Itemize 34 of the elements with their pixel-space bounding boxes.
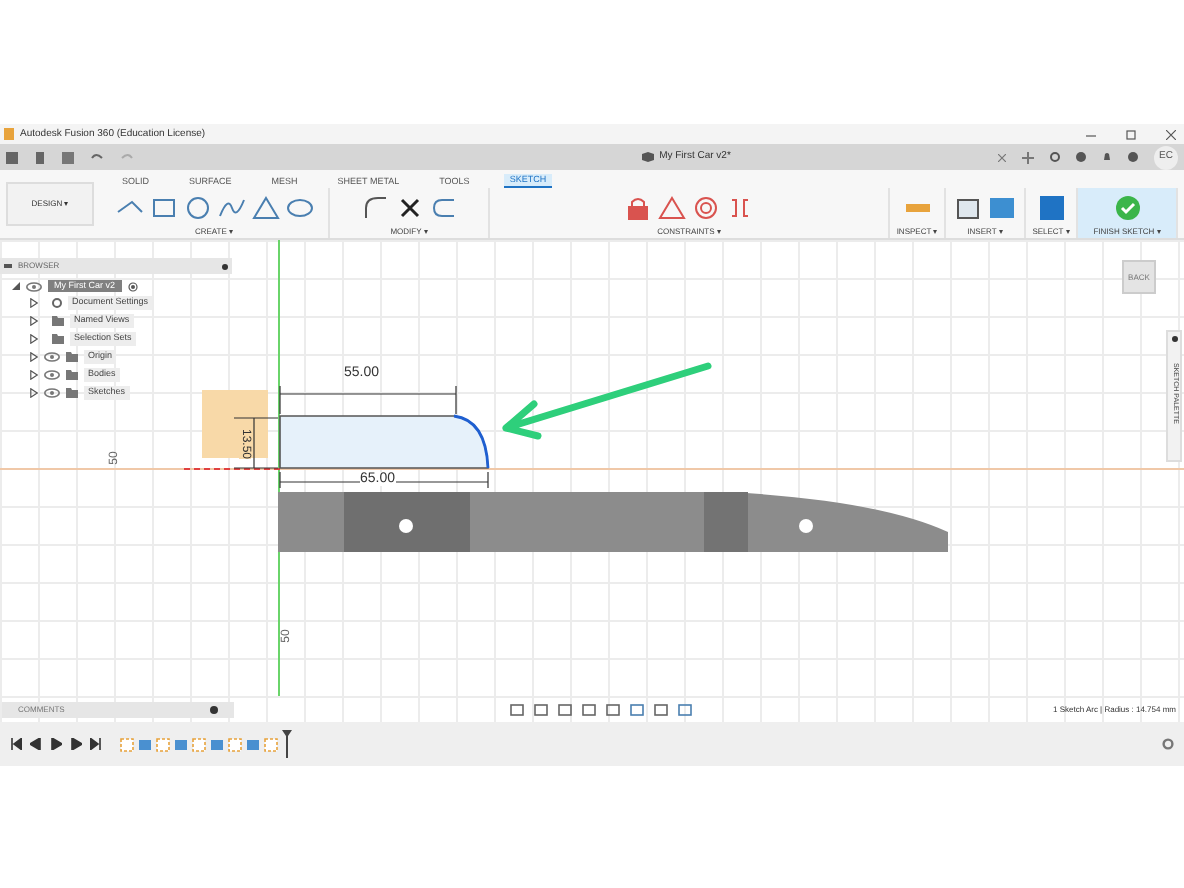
circle-icon[interactable] bbox=[183, 196, 211, 220]
step-icon[interactable] bbox=[90, 738, 102, 750]
spline-icon[interactable] bbox=[217, 196, 245, 220]
new-tab-icon[interactable] bbox=[1022, 151, 1034, 163]
close-icon[interactable] bbox=[1166, 129, 1176, 139]
maximize-icon[interactable] bbox=[1126, 129, 1136, 139]
concentric-icon[interactable] bbox=[692, 196, 720, 220]
step-icon[interactable] bbox=[70, 738, 82, 750]
eye-icon[interactable] bbox=[26, 281, 42, 291]
plane-square bbox=[202, 390, 268, 458]
fillet-icon[interactable] bbox=[361, 196, 389, 220]
step-icon[interactable] bbox=[30, 738, 42, 750]
extrude-feature-icon[interactable] bbox=[138, 737, 152, 751]
play-icon[interactable] bbox=[50, 738, 62, 750]
eye-icon[interactable] bbox=[44, 352, 60, 362]
extrude-feature-icon[interactable] bbox=[246, 737, 260, 751]
close-icon[interactable] bbox=[998, 153, 1006, 161]
lock-icon[interactable] bbox=[624, 196, 652, 220]
radio-icon[interactable] bbox=[127, 281, 138, 291]
bell-icon[interactable] bbox=[1102, 152, 1112, 162]
eye-icon[interactable] bbox=[44, 388, 60, 398]
eye-icon[interactable] bbox=[44, 370, 60, 380]
finish-icon[interactable] bbox=[1113, 196, 1141, 220]
step-icon[interactable] bbox=[10, 738, 22, 750]
timeline-marker-icon[interactable] bbox=[282, 730, 292, 758]
extrude-feature-icon[interactable] bbox=[210, 737, 224, 751]
extrude-feature-icon[interactable] bbox=[174, 737, 188, 751]
app-logo-icon bbox=[4, 128, 14, 140]
collapse-icon[interactable] bbox=[12, 282, 20, 290]
minimize-icon[interactable] bbox=[1086, 129, 1096, 139]
rect-icon[interactable] bbox=[149, 196, 177, 220]
sketch-profile-drawing[interactable] bbox=[278, 414, 494, 472]
triangle-icon[interactable] bbox=[251, 196, 279, 220]
offset-icon[interactable] bbox=[429, 196, 457, 220]
